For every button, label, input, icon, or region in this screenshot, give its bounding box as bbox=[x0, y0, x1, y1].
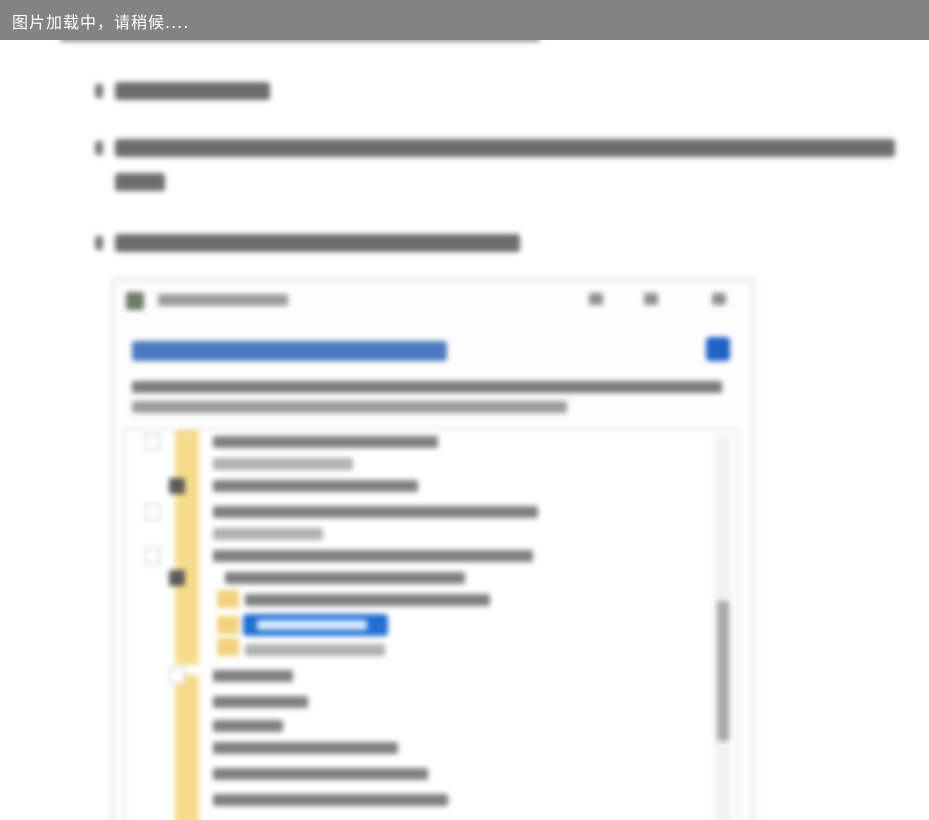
blurred-article bbox=[0, 0, 929, 820]
features-tree bbox=[124, 429, 738, 820]
step-number-3 bbox=[95, 236, 103, 250]
step-2-text-line-2 bbox=[115, 173, 165, 191]
feature-checkbox bbox=[145, 504, 161, 520]
window-heading bbox=[132, 341, 447, 361]
feature-label bbox=[213, 720, 283, 732]
step-2-text-line-1 bbox=[115, 139, 895, 157]
maximize-icon bbox=[644, 293, 658, 305]
step-1-text bbox=[115, 82, 270, 100]
loading-text: 图片加载中，请稍候.... bbox=[12, 13, 190, 32]
folder-icon bbox=[217, 616, 239, 634]
feature-label bbox=[213, 550, 533, 562]
window-description-line-1 bbox=[132, 381, 722, 393]
feature-label bbox=[213, 528, 323, 540]
feature-checkbox bbox=[145, 434, 161, 450]
feature-label bbox=[213, 458, 353, 470]
step-number-2 bbox=[95, 141, 103, 155]
step-number-1 bbox=[95, 84, 103, 98]
feature-label bbox=[213, 794, 448, 806]
minimize-icon bbox=[589, 293, 603, 305]
folder-column-top bbox=[175, 430, 199, 665]
window-title bbox=[158, 294, 288, 306]
help-icon bbox=[706, 337, 730, 361]
tree-scrollbar bbox=[715, 436, 731, 820]
feature-checkbox bbox=[145, 548, 161, 564]
feature-label bbox=[213, 768, 428, 780]
feature-label bbox=[225, 572, 465, 584]
step-3-text bbox=[115, 234, 520, 252]
page: 图片加载中，请稍候.... bbox=[0, 0, 929, 820]
selected-feature-label bbox=[257, 620, 367, 630]
folder-icon bbox=[217, 590, 239, 608]
folder-column-bottom bbox=[175, 675, 199, 820]
feature-checkbox bbox=[169, 478, 185, 494]
windows-features-screenshot bbox=[113, 280, 753, 820]
folder-icon bbox=[217, 638, 239, 656]
feature-label bbox=[245, 644, 385, 656]
feature-label bbox=[213, 670, 293, 682]
loading-banner: 图片加载中，请稍候.... bbox=[0, 0, 929, 40]
feature-label bbox=[213, 436, 438, 448]
close-icon bbox=[712, 293, 726, 305]
feature-label bbox=[213, 742, 398, 754]
feature-label bbox=[213, 696, 308, 708]
feature-label bbox=[213, 480, 418, 492]
feature-checkbox bbox=[169, 668, 185, 684]
feature-checkbox bbox=[169, 570, 185, 586]
window-description-line-2 bbox=[132, 401, 567, 413]
feature-label bbox=[213, 506, 538, 518]
window-app-icon bbox=[126, 292, 144, 310]
scrollbar-thumb bbox=[717, 601, 729, 741]
feature-label bbox=[245, 594, 490, 606]
